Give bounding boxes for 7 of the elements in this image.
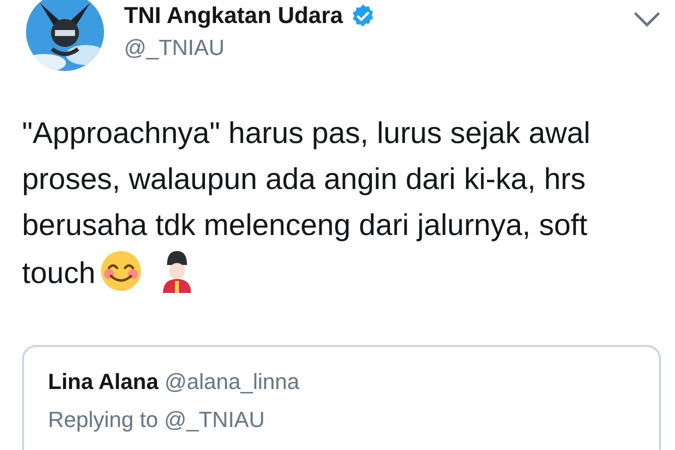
quoted-author-handle: @alana_linna <box>164 369 300 395</box>
tweet-text: "Approachnya" harus pas, lurus sejak awal proses, walaupun ada angin dari ki-ka, hrs berusaha tdk melenceng dari jalurnya, soft touch <box>22 111 602 297</box>
author-handle[interactable]: @_TNIAU <box>124 35 613 61</box>
quoted-author-name: Lina Alana <box>48 369 158 395</box>
quoted-tweet-card[interactable]: Lina Alana @alana_linna Replying to @_TNIAU <box>22 345 661 450</box>
author-name[interactable]: TNI Angkatan Udara <box>124 2 343 29</box>
replying-to-text: Replying to @_TNIAU <box>48 407 266 433</box>
